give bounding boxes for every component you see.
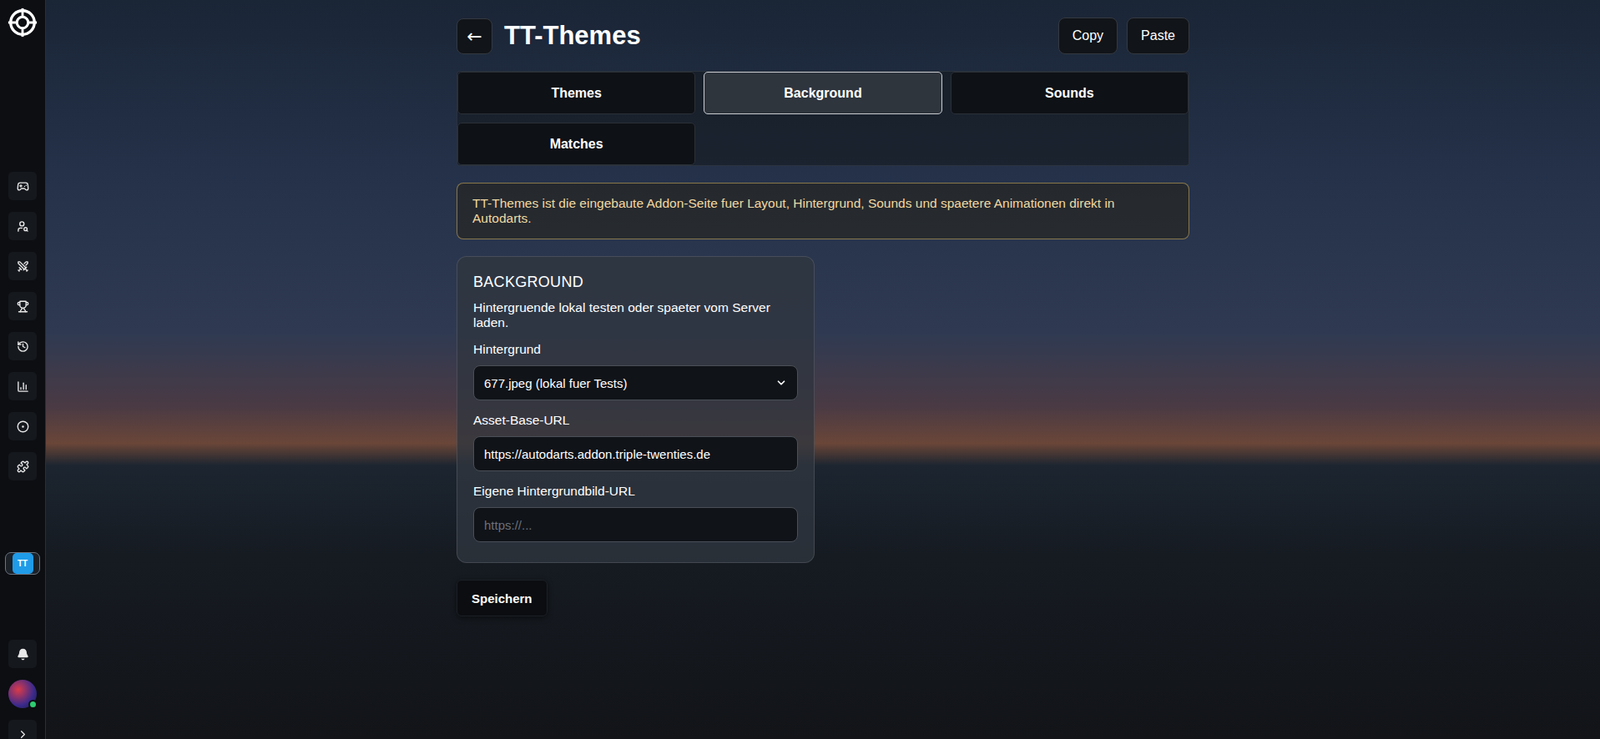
- gamepad-icon: [16, 180, 30, 193]
- sidebar-item[interactable]: [8, 292, 37, 321]
- header-button[interactable]: Paste: [1126, 17, 1190, 55]
- tab[interactable]: Sounds: [950, 71, 1189, 115]
- card-description: Hintergruende lokal testen oder spaeter …: [473, 300, 798, 331]
- sidebar-items: [8, 171, 37, 481]
- app-shell: TT ← TT-Themes CopyPaste ThemesBackgroundSou…: [0, 0, 1600, 739]
- field-placeholder: https://...: [484, 518, 788, 533]
- header-button[interactable]: Copy: [1058, 17, 1118, 55]
- save-button[interactable]: Speichern: [456, 580, 548, 617]
- trophy-icon: [16, 300, 30, 313]
- field-label: Asset-Base-URL: [473, 413, 798, 429]
- select-field[interactable]: 677.jpeg (lokal fuer Tests): [473, 365, 798, 401]
- addon-badge: TT: [12, 553, 34, 575]
- user-search-icon: [16, 220, 30, 233]
- page-title: TT-Themes: [504, 20, 1047, 51]
- form-field: Hintergrund 677.jpeg (lokal fuer Tests): [473, 342, 798, 401]
- content: ← TT-Themes CopyPaste ThemesBackgroundSound…: [456, 0, 1190, 739]
- chevron-right-icon: [16, 728, 30, 739]
- info-banner: TT-Themes ist die eingebaute Addon-Seite…: [456, 182, 1190, 240]
- form-field: Eigene Hintergrundbild-URL https://...: [473, 484, 798, 543]
- tab[interactable]: Background: [703, 71, 942, 115]
- field-label: Hintergrund: [473, 342, 798, 358]
- notifications-button[interactable]: [8, 640, 37, 669]
- form-field: Asset-Base-URL https://autodarts.addon.tr…: [473, 413, 798, 472]
- online-dot: [28, 700, 38, 710]
- text-field[interactable]: https://...: [473, 507, 798, 543]
- puzzle-icon: [16, 460, 30, 474]
- sidebar-item[interactable]: [8, 252, 37, 281]
- autodarts-logo-icon[interactable]: [6, 6, 39, 39]
- main-area: ← TT-Themes CopyPaste ThemesBackgroundSound…: [45, 0, 1600, 739]
- tab[interactable]: Matches: [457, 122, 696, 166]
- tab-bar: ThemesBackgroundSounds Matches: [456, 70, 1190, 167]
- history-icon: [16, 340, 30, 354]
- sidebar-item[interactable]: [8, 412, 37, 441]
- header-actions: CopyPaste: [1058, 17, 1190, 55]
- sidebar-bottom: [8, 640, 37, 739]
- user-avatar[interactable]: [8, 680, 37, 709]
- sidebar-item[interactable]: [8, 452, 37, 481]
- sidebar-item[interactable]: [8, 332, 37, 361]
- swords-icon: [16, 260, 30, 273]
- header: ← TT-Themes CopyPaste: [456, 17, 1190, 55]
- sidebar-item[interactable]: [8, 171, 37, 201]
- field-value: 677.jpeg (lokal fuer Tests): [484, 376, 769, 391]
- text-field[interactable]: https://autodarts.addon.triple-twenties.…: [473, 436, 798, 472]
- sidebar-item[interactable]: [8, 211, 37, 241]
- tab[interactable]: Themes: [457, 71, 696, 115]
- expand-button[interactable]: [8, 720, 37, 739]
- bar-chart-icon: [16, 380, 30, 394]
- addon-item[interactable]: TT: [5, 552, 41, 576]
- target-icon: [16, 420, 30, 434]
- chevron-down-icon: [775, 377, 788, 389]
- field-label: Eigene Hintergrundbild-URL: [473, 484, 798, 500]
- sidebar: TT: [0, 0, 46, 739]
- bell-icon: [16, 648, 30, 662]
- card-title: BACKGROUND: [473, 273, 798, 292]
- background-card: BACKGROUND Hintergruende lokal testen ode…: [456, 256, 815, 564]
- field-value: https://autodarts.addon.triple-twenties.…: [484, 447, 788, 462]
- sidebar-item[interactable]: [8, 372, 37, 401]
- back-button[interactable]: ←: [456, 18, 493, 55]
- logo[interactable]: [5, 6, 40, 39]
